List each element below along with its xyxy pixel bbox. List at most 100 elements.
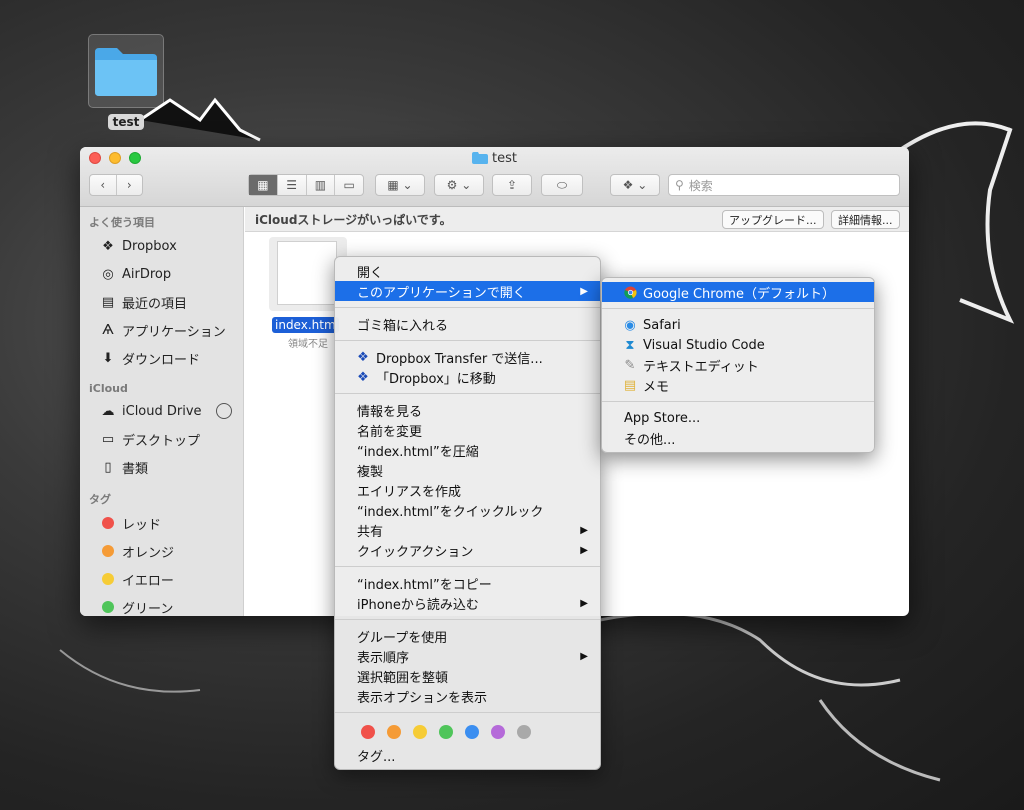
menu-separator — [335, 393, 600, 394]
icloud-storage-banner: iCloudストレージがいっぱいです。 アップグレード... 詳細情報... — [245, 207, 909, 232]
upgrade-button[interactable]: アップグレード... — [722, 210, 824, 229]
tag-color-yellow[interactable] — [413, 725, 427, 739]
menu-item-import-from-iphone[interactable]: iPhoneから読み込む ▶ — [335, 593, 600, 613]
sidebar-item-applications[interactable]: Ѧ アプリケーション — [80, 316, 243, 344]
menu-item-move-to-dropbox[interactable]: ❖ 「Dropbox」に移動 — [335, 367, 600, 387]
menu-item-get-info[interactable]: 情報を見る — [335, 400, 600, 420]
tag-color-orange[interactable] — [387, 725, 401, 739]
desktop-folder-test[interactable]: test — [88, 34, 164, 130]
share-button[interactable]: ⇪ — [492, 174, 532, 196]
download-icon: ⬇ — [102, 350, 114, 366]
menu-item-copy[interactable]: “index.html”をコピー — [335, 573, 600, 593]
tag-color-dot — [102, 573, 114, 585]
search-input[interactable]: ⚲ 検索 — [668, 174, 900, 196]
column-view-button[interactable]: ▥ — [307, 175, 336, 195]
dropbox-icon: ❖ — [357, 349, 369, 365]
menu-item-tags[interactable]: タグ... — [335, 745, 600, 765]
sidebar-item-recents[interactable]: ▤ 最近の項目 — [80, 288, 243, 316]
document-icon — [277, 241, 337, 305]
tag-color-dot — [102, 545, 114, 557]
desktop-folder-label: test — [107, 114, 145, 130]
menu-separator — [335, 340, 600, 341]
menu-item-make-alias[interactable]: エイリアスを作成 — [335, 480, 600, 500]
menu-item-open[interactable]: 開く — [335, 261, 600, 281]
menu-item-quick-actions[interactable]: クイックアクション ▶ — [335, 540, 600, 560]
context-menu: 開く このアプリケーションで開く ▶ ゴミ箱に入れる ❖ Dropbox Trans… — [334, 256, 601, 770]
forward-button[interactable]: › — [117, 175, 143, 195]
file-status-label: 領域不足 — [288, 339, 328, 350]
airdrop-icon: ◎ — [102, 266, 114, 282]
submenu-item-app-store[interactable]: App Store... — [602, 408, 874, 428]
menu-item-sort-by[interactable]: 表示順序 ▶ — [335, 646, 600, 666]
sidebar-item-desktop[interactable]: ▭ デスクトップ — [80, 425, 243, 453]
chevron-right-icon: › — [126, 178, 132, 192]
menu-item-use-groups[interactable]: グループを使用 — [335, 626, 600, 646]
list-view-button[interactable]: ☰ — [278, 175, 307, 195]
tag-color-blue[interactable] — [465, 725, 479, 739]
back-button[interactable]: ‹ — [90, 175, 117, 195]
tags-button[interactable]: ⬭ — [541, 174, 583, 196]
submenu-item-google-chrome[interactable]: Google Chrome（デフォルト） — [602, 282, 874, 302]
sidebar-item-tag-red[interactable]: レッド — [80, 509, 243, 537]
group-button[interactable]: ▦ ⌄ — [375, 174, 425, 196]
sidebar-header-favorites: よく使う項目 — [89, 216, 155, 229]
gallery-view-button[interactable]: ▭ — [335, 175, 363, 195]
dropbox-toolbar-button[interactable]: ❖ ⌄ — [610, 174, 660, 196]
icon-view-button[interactable]: ▦ — [249, 175, 278, 195]
applications-icon: Ѧ — [102, 322, 114, 338]
grid-icon: ▦ — [257, 178, 269, 192]
menu-item-quick-look[interactable]: “index.html”をクイックルック — [335, 500, 600, 520]
menu-separator — [335, 307, 600, 308]
recent-icon: ▤ — [101, 294, 115, 310]
submenu-item-safari[interactable]: ◉ Safari — [602, 315, 874, 335]
menu-item-duplicate[interactable]: 複製 — [335, 460, 600, 480]
columns-icon: ▥ — [314, 178, 327, 192]
submenu-arrow-icon: ▶ — [580, 650, 588, 662]
sidebar-item-icloud-drive[interactable]: ☁ iCloud Drive — [80, 397, 243, 425]
menu-item-rename[interactable]: 名前を変更 — [335, 420, 600, 440]
sidebar-item-tag-orange[interactable]: オレンジ — [80, 537, 243, 565]
action-button[interactable]: ⚙ ⌄ — [434, 174, 484, 196]
sidebar: よく使う項目 ❖ Dropbox ◎ AirDrop ▤ 最近の項目 Ѧ アプリケーショ… — [80, 207, 244, 616]
submenu-arrow-icon: ▶ — [580, 285, 588, 297]
sidebar-header-tags: タグ — [89, 493, 111, 506]
sidebar-item-dropbox[interactable]: ❖ Dropbox — [80, 232, 243, 260]
window-title: test — [80, 151, 909, 168]
tag-color-gray[interactable] — [517, 725, 531, 739]
submenu-item-other[interactable]: その他... — [602, 428, 874, 448]
menu-item-open-with[interactable]: このアプリケーションで開く ▶ — [335, 281, 600, 301]
gear-icon: ⚙ ⌄ — [446, 178, 472, 192]
sidebar-item-tag-green[interactable]: グリーン — [80, 593, 243, 616]
menu-item-clean-up-selection[interactable]: 選択範囲を整頓 — [335, 666, 600, 686]
menu-item-show-view-options[interactable]: 表示オプションを表示 — [335, 686, 600, 706]
submenu-item-vscode[interactable]: ⧗ Visual Studio Code — [602, 335, 874, 355]
sidebar-item-airdrop[interactable]: ◎ AirDrop — [80, 260, 243, 288]
folder-icon — [472, 152, 489, 168]
tag-color-green[interactable] — [439, 725, 453, 739]
sidebar-item-downloads[interactable]: ⬇ ダウンロード — [80, 344, 243, 372]
cloud-icon: ☁ — [101, 403, 115, 419]
list-icon: ☰ — [286, 178, 297, 192]
folder-icon — [88, 34, 164, 108]
menu-item-compress[interactable]: “index.html”を圧縮 — [335, 440, 600, 460]
menu-item-share[interactable]: 共有 ▶ — [335, 520, 600, 540]
menu-item-move-to-trash[interactable]: ゴミ箱に入れる — [335, 314, 600, 334]
sidebar-item-tag-yellow[interactable]: イエロー — [80, 565, 243, 593]
desktop-icon: ▭ — [101, 431, 115, 447]
safari-icon: ◉ — [624, 317, 636, 333]
dropbox-icon: ❖ — [357, 369, 369, 385]
submenu-item-notes[interactable]: ▤ メモ — [602, 375, 874, 395]
file-name-label[interactable]: index.htm — [272, 317, 339, 333]
tag-color-picker — [335, 719, 600, 745]
back-forward-control: ‹ › — [89, 174, 143, 196]
open-with-submenu: Google Chrome（デフォルト） ◉ Safari ⧗ Visual Stu… — [601, 277, 875, 453]
menu-item-dropbox-transfer[interactable]: ❖ Dropbox Transfer で送信... — [335, 347, 600, 367]
share-icon: ⇪ — [506, 178, 518, 192]
tag-icon: ⬭ — [556, 177, 568, 192]
submenu-item-textedit[interactable]: ✎ テキストエディット — [602, 355, 874, 375]
chevron-left-icon: ‹ — [100, 178, 106, 192]
tag-color-red[interactable] — [361, 725, 375, 739]
details-button[interactable]: 詳細情報... — [831, 210, 900, 229]
sidebar-item-documents[interactable]: ▯ 書類 — [80, 453, 243, 481]
tag-color-purple[interactable] — [491, 725, 505, 739]
